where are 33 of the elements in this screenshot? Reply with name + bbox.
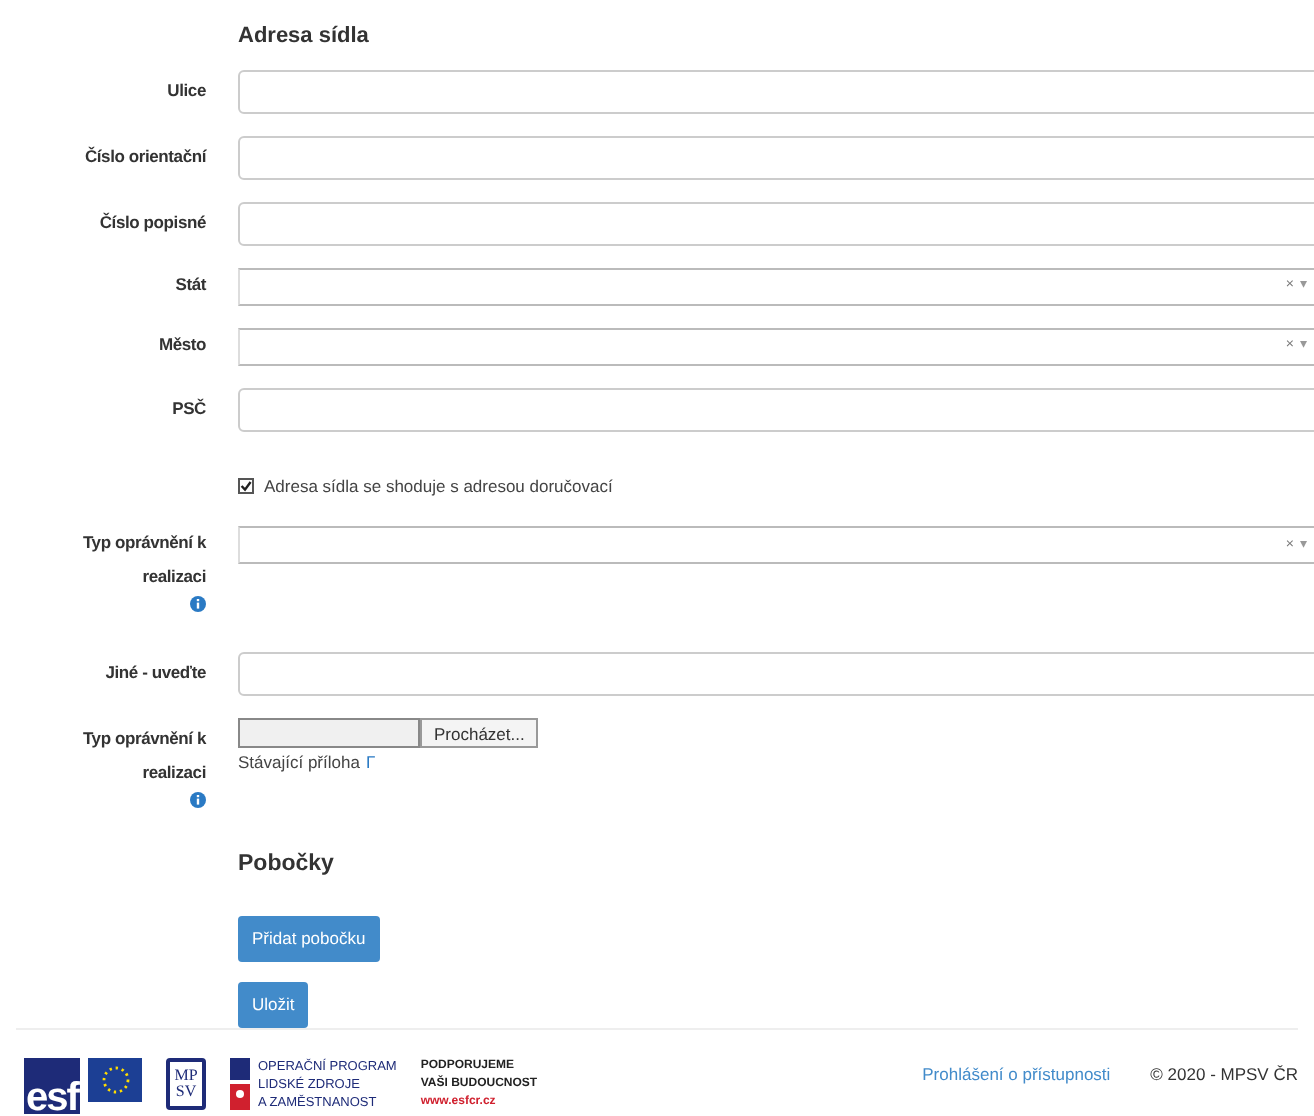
field-label: Číslo popisné [99, 209, 206, 236]
field-label: Město [158, 331, 206, 357]
text-field[interactable] [238, 652, 1314, 697]
op-logo-icon [230, 1057, 250, 1109]
text-field[interactable] [238, 201, 1314, 245]
field-label: Jiné - uveďte [105, 660, 206, 687]
info-icon[interactable] [190, 596, 206, 613]
text-field[interactable] [238, 387, 1314, 431]
section-heading: Pobočky [238, 850, 334, 881]
field-label: Ulice [167, 77, 206, 103]
eu-flag-icon [88, 1057, 142, 1101]
field-label: Číslo orientační [84, 143, 206, 169]
file-path-field[interactable] [238, 718, 420, 749]
info-icon[interactable] [190, 792, 206, 809]
checkbox[interactable] [238, 477, 254, 494]
checkbox-label: Adresa sídla se shoduje s adresou doručovací [264, 473, 613, 499]
text-field[interactable] [238, 135, 1314, 179]
logo-text: esf [26, 1077, 78, 1113]
text-field[interactable] [238, 69, 1314, 113]
attachment-label: Stávající příloha [238, 750, 360, 776]
attachment-link[interactable]: Γ [365, 750, 376, 776]
field-label: Stát [175, 271, 206, 297]
field-label: Typ oprávnění k realizaci [80, 726, 206, 787]
field-label: PSČ [172, 395, 206, 421]
section-heading: Adresa sídla [238, 22, 369, 52]
accessibility-link[interactable]: Prohlášení o přístupnosti [922, 1061, 1111, 1087]
save-button[interactable]: Uložit [238, 981, 309, 1027]
copyright-text: © 2020 - MPSV ČR [1150, 1061, 1298, 1087]
add-branch-button[interactable]: Přidat pobočku [238, 915, 380, 961]
logo-text: MP [174, 1067, 198, 1083]
browse-button[interactable]: Procházet... [420, 718, 539, 749]
field-label: Typ oprávnění k realizaci [80, 530, 206, 591]
logo-text: SV [175, 1083, 197, 1099]
